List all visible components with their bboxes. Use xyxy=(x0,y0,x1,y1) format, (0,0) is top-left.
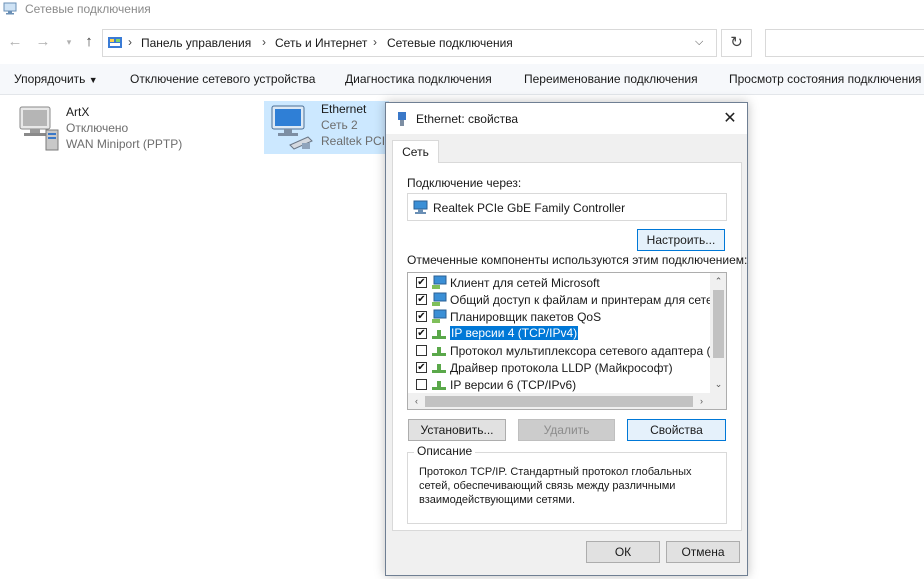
component-label: IP версии 6 (TCP/IPv6) xyxy=(450,378,577,392)
search-input[interactable] xyxy=(765,29,924,57)
refresh-button[interactable]: ↻ xyxy=(721,29,752,57)
component-checkbox[interactable]: ✔ xyxy=(416,311,427,322)
network-share-icon xyxy=(432,292,447,306)
connection-name: Ethernet xyxy=(321,102,367,116)
list-item[interactable]: ✔ Клиент для сетей Microsoft xyxy=(408,274,710,291)
address-row: ← → ▾ ↑ › Панель управления › Сеть и Инт… xyxy=(0,28,924,58)
network-card-icon xyxy=(413,200,428,214)
breadcrumb-control-panel[interactable]: Панель управления xyxy=(141,36,251,50)
view-status-button[interactable]: Просмотр состояния подключения xyxy=(729,72,921,86)
network-qos-icon xyxy=(432,309,447,323)
components-list[interactable]: ✔ Клиент для сетей Microsoft ✔ Общий дос… xyxy=(407,272,727,410)
dropdown-arrow-icon: ▼ xyxy=(88,75,98,85)
up-arrow-icon[interactable]: ↑ xyxy=(80,32,98,52)
component-label: IP версии 4 (TCP/IPv4) xyxy=(448,325,580,341)
window-title: Сетевые подключения xyxy=(25,2,151,16)
protocol-icon xyxy=(432,347,446,356)
breadcrumb-separator-icon: › xyxy=(128,35,132,49)
component-label: Драйвер протокола LLDP (Майкрософт) xyxy=(450,361,673,375)
network-connections-icon xyxy=(3,2,17,15)
scroll-left-icon[interactable]: ‹ xyxy=(408,393,425,409)
breadcrumb-network-internet[interactable]: Сеть и Интернет xyxy=(275,36,367,50)
component-label: Клиент для сетей Microsoft xyxy=(450,276,600,290)
connect-using-label: Подключение через: xyxy=(407,176,522,190)
list-item[interactable]: ✔ Планировщик пакетов QoS xyxy=(408,308,710,325)
protocol-icon xyxy=(432,364,446,373)
scroll-up-icon[interactable]: ⌃ xyxy=(710,273,726,290)
network-client-icon xyxy=(432,275,447,289)
component-checkbox[interactable] xyxy=(416,345,427,356)
component-label: Общий доступ к файлам и принтерам для се… xyxy=(450,293,727,307)
list-item[interactable]: Протокол мультиплексора сетевого адаптер… xyxy=(408,342,726,359)
back-arrow-icon[interactable]: ← xyxy=(6,32,24,52)
adapter-field: Realtek PCIe GbE Family Controller xyxy=(407,193,727,221)
recent-locations-chevron-icon[interactable]: ▾ xyxy=(60,32,78,52)
dialog-title-bar[interactable]: Ethernet: свойства ✕ xyxy=(386,103,747,134)
rename-connection-button[interactable]: Переименование подключения xyxy=(524,72,698,86)
component-checkbox[interactable]: ✔ xyxy=(416,362,427,373)
protocol-icon xyxy=(432,330,446,339)
connection-artx[interactable]: ArtX Отключено WAN Miniport (PPTP) xyxy=(14,104,254,154)
network-adapter-icon xyxy=(398,112,406,126)
breadcrumb-network-connections[interactable]: Сетевые подключения xyxy=(387,36,513,50)
connection-device: Realtek PCIe xyxy=(321,134,392,148)
close-icon[interactable]: ✕ xyxy=(716,107,744,131)
cancel-button[interactable]: Отмена xyxy=(666,541,740,563)
list-item[interactable]: ✔ IP версии 4 (TCP/IPv4) xyxy=(408,325,710,342)
list-item[interactable]: IP версии 6 (TCP/IPv6) xyxy=(408,376,710,393)
tab-network[interactable]: Сеть xyxy=(392,140,439,163)
components-label: Отмеченные компоненты используются этим … xyxy=(407,253,748,267)
connection-status: Отключено xyxy=(66,121,129,135)
component-checkbox[interactable]: ✔ xyxy=(416,328,427,339)
description-group: Описание Протокол TCP/IP. Стандартный пр… xyxy=(407,444,727,524)
vpn-connection-icon xyxy=(19,106,59,151)
dialog-title: Ethernet: свойства xyxy=(416,112,519,126)
forward-arrow-icon[interactable]: → xyxy=(34,32,52,52)
scroll-right-icon[interactable]: › xyxy=(693,393,710,409)
breadcrumb-separator-icon: › xyxy=(373,35,377,49)
disable-device-button[interactable]: Отключение сетевого устройства xyxy=(130,72,315,86)
description-text: Протокол TCP/IP. Стандартный протокол гл… xyxy=(419,466,692,506)
list-item[interactable]: ✔ Общий доступ к файлам и принтерам для … xyxy=(408,291,726,308)
component-checkbox[interactable]: ✔ xyxy=(416,277,427,288)
component-label: Протокол мультиплексора сетевого адаптер… xyxy=(450,344,727,358)
scrollbar-thumb[interactable] xyxy=(713,290,724,358)
adapter-name: Realtek PCIe GbE Family Controller xyxy=(433,201,626,215)
horizontal-scrollbar[interactable]: ‹ › xyxy=(408,393,726,409)
control-panel-icon xyxy=(108,37,122,48)
scroll-down-icon[interactable]: ⌄ xyxy=(710,376,726,393)
component-checkbox[interactable] xyxy=(416,379,427,390)
diagnose-connection-button[interactable]: Диагностика подключения xyxy=(345,72,492,86)
address-dropdown-chevron-icon[interactable]: ⌵ xyxy=(695,36,703,49)
component-label: Планировщик пакетов QoS xyxy=(450,310,602,324)
vertical-scrollbar[interactable]: ⌃ ⌄ xyxy=(710,273,726,393)
refresh-icon: ↻ xyxy=(730,34,743,51)
component-checkbox[interactable]: ✔ xyxy=(416,294,427,305)
organize-menu[interactable]: Упорядочить ▼ xyxy=(14,72,98,86)
description-legend: Описание xyxy=(414,444,476,458)
address-bar[interactable]: › Панель управления › Сеть и Интернет › … xyxy=(102,29,717,57)
connection-status: Сеть 2 xyxy=(321,118,358,132)
connection-ethernet[interactable]: Ethernet Сеть 2 Realtek PCIe xyxy=(264,101,392,154)
install-button[interactable]: Установить... xyxy=(408,419,506,441)
remove-button[interactable]: Удалить xyxy=(518,419,615,441)
network-tab-panel: Подключение через: Realtek PCIe GbE Fami… xyxy=(392,162,747,531)
ok-button[interactable]: ОК xyxy=(586,541,660,563)
properties-button[interactable]: Свойства xyxy=(627,419,726,441)
connection-name: ArtX xyxy=(66,105,90,119)
configure-button[interactable]: Настроить... xyxy=(637,229,725,251)
window-title-bar: Сетевые подключения xyxy=(0,0,924,20)
breadcrumb-separator-icon: › xyxy=(262,35,266,49)
list-item[interactable]: ✔ Драйвер протокола LLDP (Майкрософт) xyxy=(408,359,710,376)
scrollbar-thumb[interactable] xyxy=(425,396,693,407)
ethernet-adapter-icon xyxy=(271,105,313,150)
connection-device: WAN Miniport (PPTP) xyxy=(66,137,183,151)
protocol-icon xyxy=(432,381,446,390)
ethernet-properties-dialog: Ethernet: свойства ✕ Сеть Подключение че… xyxy=(385,102,748,576)
command-bar: Упорядочить ▼ Отключение сетевого устрой… xyxy=(0,64,924,95)
